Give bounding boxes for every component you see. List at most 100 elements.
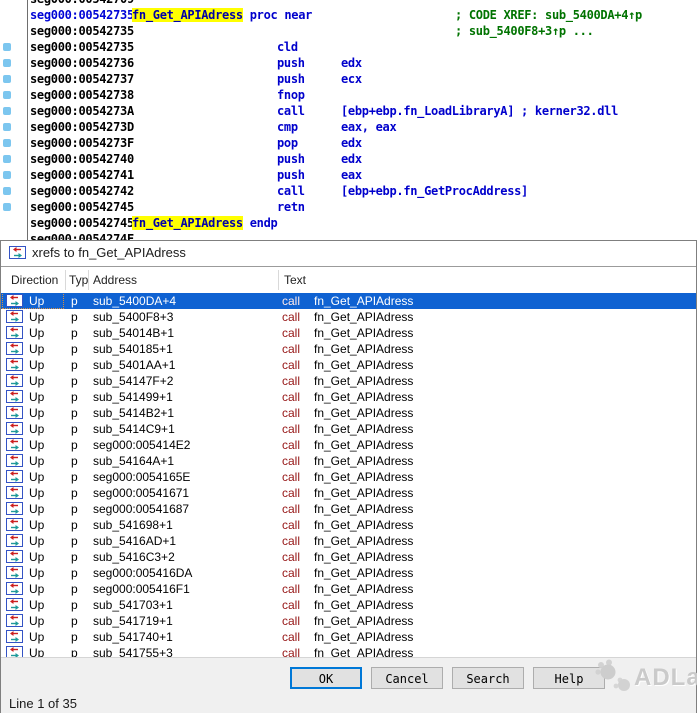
disasm-line[interactable]: seg000:00542737pushecx — [0, 71, 697, 87]
xref-row[interactable]: Uppsub_541698+1callfn_Get_APIAdress — [1, 517, 696, 533]
dialog-title: xrefs to fn_Get_APIAdress — [32, 245, 186, 260]
cancel-button[interactable]: Cancel — [371, 667, 443, 689]
disasm-line[interactable]: seg000:00542741pusheax — [0, 167, 697, 183]
cell-text-target: fn_Get_APIAdress — [314, 325, 413, 341]
disasm-line[interactable]: seg000:00542735cld — [0, 39, 697, 55]
mnemonic: call — [277, 103, 305, 119]
address: seg000:00542742 — [30, 183, 134, 199]
disasm-line[interactable]: seg000:00542740pushedx — [0, 151, 697, 167]
paw-icon — [594, 658, 636, 700]
ok-button[interactable]: OK — [290, 667, 362, 689]
xref-row[interactable]: Uppsub_541499+1callfn_Get_APIAdress — [1, 389, 696, 405]
xref-row[interactable]: Uppsub_5414C9+1callfn_Get_APIAdress — [1, 421, 696, 437]
cell-address: seg000:00541671 — [93, 485, 189, 501]
watermark-label: ADLab — [634, 664, 697, 692]
column-separator[interactable] — [278, 270, 279, 290]
cell-text-mnemonic: call — [282, 389, 300, 405]
xref-row[interactable]: Uppsub_5416C3+2callfn_Get_APIAdress — [1, 549, 696, 565]
xref-row[interactable]: Uppsub_541755+3callfn_Get_APIAdress — [1, 645, 696, 657]
xrefs-dialog: xrefs to fn_Get_APIAdress Direction Typ … — [0, 240, 697, 713]
xref-row[interactable]: Uppsub_541719+1callfn_Get_APIAdress — [1, 613, 696, 629]
disasm-line[interactable]: seg000:0054273Fpopedx — [0, 135, 697, 151]
disasm-line[interactable]: seg000:00542709 — [0, 0, 697, 7]
dialog-titlebar[interactable]: xrefs to fn_Get_APIAdress — [1, 241, 696, 267]
disasm-line[interactable]: seg000:00542745fn_Get_APIAdress endp — [0, 215, 697, 231]
xref-row[interactable]: Uppsub_541703+1callfn_Get_APIAdress — [1, 597, 696, 613]
address: seg000:00542741 — [30, 167, 134, 183]
adlab-watermark: ADLab — [594, 658, 694, 702]
search-button[interactable]: Search — [452, 667, 524, 689]
cell-type: p — [71, 389, 78, 405]
xref-row[interactable]: Uppseg000:0054165Ecallfn_Get_APIAdress — [1, 469, 696, 485]
xref-row[interactable]: Uppsub_5400F8+3callfn_Get_APIAdress — [1, 309, 696, 325]
column-header-direction[interactable]: Direction — [11, 273, 58, 287]
disasm-line[interactable]: seg000:0054273Acall[ebp+ebp.fn_LoadLibra… — [0, 103, 697, 119]
cell-direction: Up — [29, 293, 44, 309]
xref-row[interactable]: Uppsub_5400DA+4callfn_Get_APIAdress — [1, 293, 696, 309]
xref-row[interactable]: Uppsub_54164A+1callfn_Get_APIAdress — [1, 453, 696, 469]
cell-text-mnemonic: call — [282, 373, 300, 389]
operands: edx — [341, 55, 362, 71]
cell-text-target: fn_Get_APIAdress — [314, 357, 413, 373]
disasm-line[interactable]: seg000:00542742call[ebp+ebp.fn_GetProcAd… — [0, 183, 697, 199]
cell-text-target: fn_Get_APIAdress — [314, 341, 413, 357]
cell-address: sub_54014B+1 — [93, 325, 174, 341]
cell-text-target: fn_Get_APIAdress — [314, 565, 413, 581]
status-line: Line 1 of 35 — [9, 696, 77, 711]
disasm-line[interactable]: seg000:0054274E — [0, 231, 697, 240]
cell-text-target: fn_Get_APIAdress — [314, 597, 413, 613]
column-separator[interactable] — [65, 270, 66, 290]
cell-address: seg000:005416DA — [93, 565, 192, 581]
cell-type: p — [71, 501, 78, 517]
cell-address: sub_541719+1 — [93, 613, 173, 629]
disasm-line[interactable]: seg000:00542735; sub_5400F8+3↑p ... — [0, 23, 697, 39]
disasm-line[interactable]: seg000:00542735fn_Get_APIAdress proc nea… — [0, 7, 697, 23]
xref-row[interactable]: Uppsub_541740+1callfn_Get_APIAdress — [1, 629, 696, 645]
address: seg000:00542735 — [30, 39, 134, 55]
cell-text-target: fn_Get_APIAdress — [314, 405, 413, 421]
address: seg000:0054274E — [30, 231, 134, 240]
xref-row[interactable]: Uppsub_54147F+2callfn_Get_APIAdress — [1, 373, 696, 389]
cell-text-target: fn_Get_APIAdress — [314, 501, 413, 517]
cell-type: p — [71, 325, 78, 341]
cell-direction: Up — [29, 469, 44, 485]
xref-row[interactable]: Uppseg000:00541671callfn_Get_APIAdress — [1, 485, 696, 501]
cell-text-mnemonic: call — [282, 581, 300, 597]
column-header-text[interactable]: Text — [284, 273, 306, 287]
disasm-line[interactable]: seg000:00542738fnop — [0, 87, 697, 103]
cell-direction: Up — [29, 453, 44, 469]
disasm-line[interactable]: seg000:00542745retn — [0, 199, 697, 215]
cell-type: p — [71, 517, 78, 533]
xref-row[interactable]: Uppseg000:005416F1callfn_Get_APIAdress — [1, 581, 696, 597]
xref-row[interactable]: Uppsub_5416AD+1callfn_Get_APIAdress — [1, 533, 696, 549]
cell-address: seg000:00541687 — [93, 501, 189, 517]
xref-list[interactable]: Uppsub_5400DA+4callfn_Get_APIAdress Upps… — [1, 293, 696, 657]
cell-text-target: fn_Get_APIAdress — [314, 581, 413, 597]
xref-row[interactable]: Uppsub_5414B2+1callfn_Get_APIAdress — [1, 405, 696, 421]
cell-text-mnemonic: call — [282, 613, 300, 629]
disasm-line[interactable]: seg000:0054273Dcmpeax, eax — [0, 119, 697, 135]
mnemonic: retn — [277, 199, 305, 215]
disassembly-pane[interactable]: seg000:00542709seg000:00542735fn_Get_API… — [0, 0, 697, 240]
column-header-address[interactable]: Address — [93, 273, 137, 287]
column-separator[interactable] — [88, 270, 89, 290]
xref-row[interactable]: Uppseg000:005416DAcallfn_Get_APIAdress — [1, 565, 696, 581]
address: seg000:00542745 — [30, 215, 134, 231]
xref-comment: ; sub_5400F8+3↑p ... — [455, 23, 594, 39]
cell-type: p — [71, 597, 78, 613]
cell-address: sub_5401AA+1 — [93, 357, 175, 373]
xref-row[interactable]: Uppseg000:00541687callfn_Get_APIAdress — [1, 501, 696, 517]
operands: edx — [341, 151, 362, 167]
xref-row[interactable]: Uppsub_5401AA+1callfn_Get_APIAdress — [1, 357, 696, 373]
cell-text-mnemonic: call — [282, 309, 300, 325]
xref-row[interactable]: Uppseg000:005414E2callfn_Get_APIAdress — [1, 437, 696, 453]
cell-direction: Up — [29, 629, 44, 645]
cell-direction: Up — [29, 421, 44, 437]
xref-row[interactable]: Uppsub_540185+1callfn_Get_APIAdress — [1, 341, 696, 357]
mark-dot-icon — [3, 171, 11, 179]
column-header-type[interactable]: Typ — [69, 273, 88, 287]
xref-row[interactable]: Uppsub_54014B+1callfn_Get_APIAdress — [1, 325, 696, 341]
disasm-line[interactable]: seg000:00542736pushedx — [0, 55, 697, 71]
mnemonic: call — [277, 183, 305, 199]
cell-type: p — [71, 373, 78, 389]
